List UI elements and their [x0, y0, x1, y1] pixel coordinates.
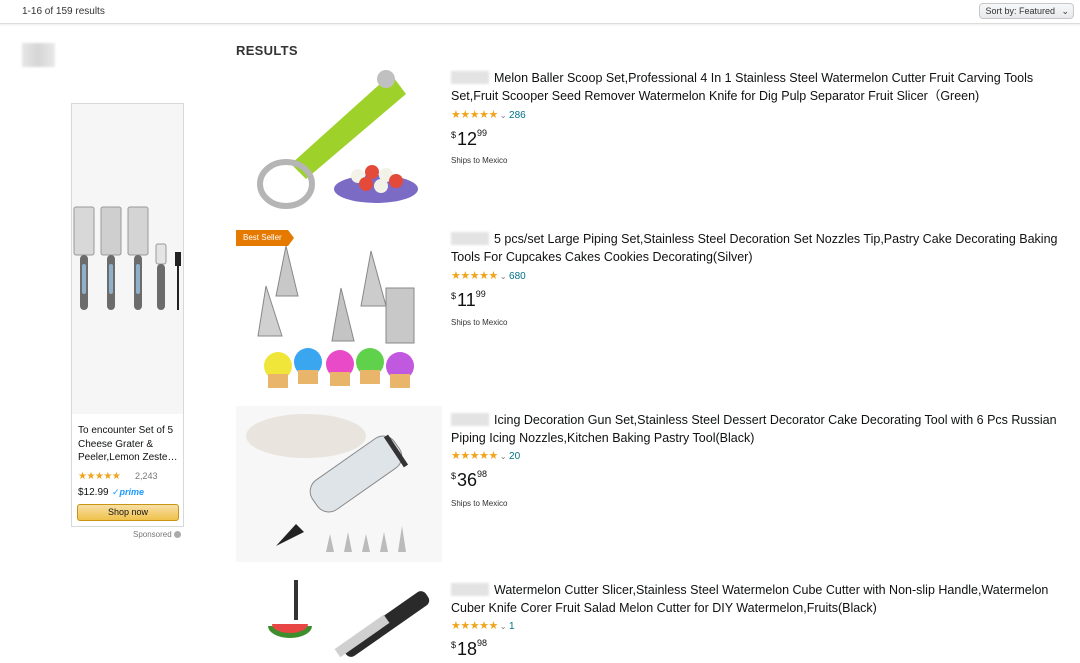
review-count[interactable]: 286	[509, 110, 526, 121]
blurred-brand-name	[451, 71, 489, 84]
icing-gun-illustration	[236, 406, 442, 562]
price-currency: $	[451, 640, 457, 650]
sponsored-label[interactable]: Sponsored	[133, 530, 181, 539]
chevron-down-icon: ⌄	[1061, 6, 1069, 16]
rating-stars[interactable]: ★★★★★ ⌄ 680	[451, 269, 526, 282]
product-price[interactable]: $1898	[451, 638, 487, 660]
shipping-info: Ships to Mexico	[451, 318, 508, 327]
results-heading: RESULTS	[236, 43, 298, 58]
rating-stars[interactable]: ★★★★★ ⌄ 286	[451, 108, 526, 121]
ad-price: $12.99	[78, 487, 109, 498]
price-fraction: 98	[477, 469, 488, 479]
price-fraction: 98	[477, 638, 488, 648]
product-title-text[interactable]: Melon Baller Scoop Set,Professional 4 In…	[451, 71, 1033, 103]
sort-dropdown[interactable]: Sort by: Featured ⌄	[979, 3, 1074, 19]
blurred-brand-name	[451, 413, 489, 426]
rating-stars[interactable]: ★★★★★ ⌄ 20	[451, 449, 520, 462]
chevron-down-icon[interactable]: ⌄	[500, 111, 507, 120]
ad-title[interactable]: To encounter Set of 5 Cheese Grater & Pe…	[78, 424, 180, 465]
rating-stars[interactable]: ★★★★★ ⌄ 1	[451, 619, 515, 632]
review-count[interactable]: 1	[509, 621, 515, 632]
product-title[interactable]: Icing Decoration Gun Set,Stainless Steel…	[451, 412, 1076, 447]
product-price[interactable]: $3698	[451, 469, 487, 491]
product-title[interactable]: Watermelon Cutter Slicer,Stainless Steel…	[451, 582, 1076, 617]
star-rating: ★★★★★	[451, 270, 498, 282]
product-price[interactable]: $1299	[451, 128, 487, 150]
price-whole: 18	[457, 639, 478, 659]
product-title-text[interactable]: 5 pcs/set Large Piping Set,Stainless Ste…	[451, 232, 1057, 264]
sponsored-ad-card[interactable]: To encounter Set of 5 Cheese Grater & Pe…	[71, 103, 184, 527]
star-rating: ★★★★★	[451, 450, 498, 462]
product-image-melon-baller[interactable]	[236, 64, 442, 220]
result-item: Melon Baller Scoop Set,Professional 4 In…	[236, 64, 1080, 220]
blurred-brand-logo	[22, 43, 55, 67]
product-image-piping-set[interactable]: Best Seller	[236, 226, 442, 400]
review-count[interactable]: 20	[509, 451, 520, 462]
chevron-down-icon[interactable]: ⌄	[500, 622, 507, 631]
result-item: Best Seller 5 pcs/set Large Piping Set,S…	[236, 226, 1080, 400]
price-whole: 36	[457, 470, 478, 490]
melon-baller-illustration	[236, 64, 442, 220]
product-title[interactable]: 5 pcs/set Large Piping Set,Stainless Ste…	[451, 231, 1076, 266]
sponsored-text: Sponsored	[133, 530, 172, 539]
star-rating: ★★★★★	[451, 109, 498, 121]
blurred-brand-name	[451, 583, 489, 596]
result-item: Icing Decoration Gun Set,Stainless Steel…	[236, 406, 1080, 562]
price-currency: $	[451, 471, 457, 481]
product-title[interactable]: Melon Baller Scoop Set,Professional 4 In…	[451, 70, 1076, 105]
product-title-text[interactable]: Watermelon Cutter Slicer,Stainless Steel…	[451, 583, 1048, 615]
price-whole: 11	[457, 290, 476, 310]
product-image-watermelon-cutter[interactable]	[236, 576, 442, 663]
product-price[interactable]: $1199	[451, 289, 486, 311]
price-currency: $	[451, 130, 457, 140]
grater-set-illustration	[72, 104, 183, 414]
blurred-brand-name	[451, 232, 489, 245]
price-currency: $	[451, 291, 457, 301]
price-whole: 12	[457, 129, 478, 149]
ad-review-count[interactable]: 2,243	[135, 471, 158, 481]
ad-product-image[interactable]	[72, 104, 183, 414]
ad-rating-stars[interactable]: ★★★★★	[78, 471, 121, 482]
result-item: Watermelon Cutter Slicer,Stainless Steel…	[236, 576, 1080, 663]
chevron-down-icon[interactable]: ⌄	[500, 452, 507, 461]
chevron-down-icon[interactable]: ⌄	[500, 272, 507, 281]
prime-badge: ✓prime	[112, 487, 145, 497]
info-icon[interactable]	[173, 531, 181, 538]
review-count[interactable]: 680	[509, 271, 526, 282]
results-topbar: 1-16 of 159 results Sort by: Featured ⌄	[0, 0, 1080, 24]
piping-tips-illustration	[236, 226, 442, 400]
result-count: 1-16 of 159 results	[22, 6, 105, 17]
product-title-text[interactable]: Icing Decoration Gun Set,Stainless Steel…	[451, 413, 1057, 445]
shipping-info: Ships to Mexico	[451, 156, 508, 165]
watermelon-cutter-illustration	[236, 576, 442, 663]
price-fraction: 99	[475, 289, 486, 299]
best-seller-badge: Best Seller	[236, 230, 294, 246]
price-fraction: 99	[477, 128, 488, 138]
shipping-info: Ships to Mexico	[451, 499, 508, 508]
star-rating: ★★★★★	[451, 620, 498, 632]
shop-now-button[interactable]: Shop now	[77, 504, 179, 521]
product-image-icing-gun[interactable]	[236, 406, 442, 562]
sort-label: Sort by: Featured	[985, 6, 1055, 16]
